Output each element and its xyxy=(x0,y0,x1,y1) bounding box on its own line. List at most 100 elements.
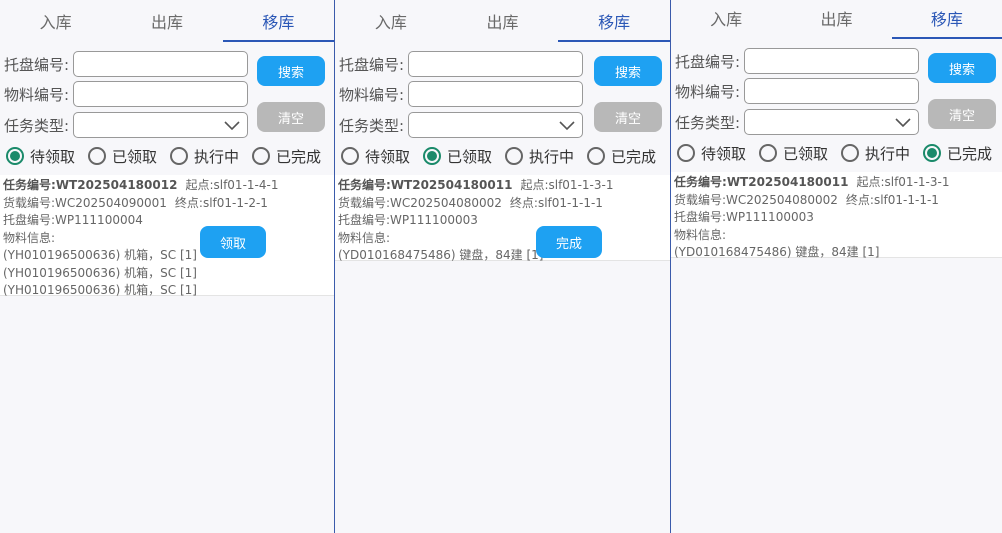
material-info-label: 物料信息: xyxy=(338,230,391,245)
tab-outbound[interactable]: 出库 xyxy=(781,0,891,39)
carrier-label: 货载编号: xyxy=(338,195,391,210)
radio-in-progress[interactable]: 执行中 xyxy=(841,143,910,164)
end-location: slf01-1-2-1 xyxy=(202,195,268,210)
end-label: 终点: xyxy=(509,195,538,210)
tab-inbound[interactable]: 入库 xyxy=(0,0,111,42)
clear-button[interactable]: 清空 xyxy=(928,99,996,129)
tab-inbound[interactable]: 入库 xyxy=(671,0,781,39)
radio-completed[interactable]: 已完成 xyxy=(252,146,321,167)
radio-circle-icon xyxy=(587,147,606,165)
carrier-no: WC202504080002 xyxy=(390,195,502,210)
search-button[interactable]: 搜索 xyxy=(257,56,325,86)
radio-pending[interactable]: 待领取 xyxy=(677,143,746,164)
task-card[interactable]: 任务编号:WT202504180011 起点:slf01-1-3-1 货载编号:W… xyxy=(671,172,1002,259)
task-type-row: 任务类型: xyxy=(675,109,919,135)
tab-transfer[interactable]: 移库 xyxy=(891,0,1002,39)
radio-circle-icon xyxy=(88,147,107,165)
end-location: slf01-1-1-1 xyxy=(537,195,603,210)
radio-circle-icon xyxy=(923,144,942,162)
pallet-input[interactable] xyxy=(408,51,583,77)
radio-in-progress[interactable]: 执行中 xyxy=(170,146,239,167)
radio-completed[interactable]: 已完成 xyxy=(587,146,656,167)
start-label: 起点: xyxy=(520,178,549,192)
pallet-row: 托盘编号: xyxy=(675,48,919,74)
material-line: (YH010196500636) 机箱，SC [1] xyxy=(3,265,197,280)
radio-in-progress[interactable]: 执行中 xyxy=(505,146,574,167)
complete-button[interactable]: 完成 xyxy=(536,226,602,258)
task-type-select[interactable] xyxy=(408,112,583,138)
material-input[interactable] xyxy=(73,81,248,107)
chevron-down-icon xyxy=(559,121,575,131)
card-pallet-no: WP111100003 xyxy=(726,210,814,224)
material-info-label: 物料信息: xyxy=(674,227,727,242)
material-row: 物料编号: xyxy=(4,81,248,107)
pallet-label: 托盘编号: xyxy=(339,55,405,74)
material-info-label: 物料信息: xyxy=(3,230,56,245)
radio-circle-icon xyxy=(341,147,359,165)
start-location: slf01-1-4-1 xyxy=(213,178,279,192)
pallet-input[interactable] xyxy=(73,51,248,77)
radio-claimed[interactable]: 已领取 xyxy=(423,146,492,167)
radio-claimed[interactable]: 已领取 xyxy=(759,143,828,164)
carrier-no: WC202504080002 xyxy=(726,192,838,207)
pallet-label: 托盘编号: xyxy=(675,52,741,71)
tab-outbound[interactable]: 出库 xyxy=(447,0,559,42)
task-type-row: 任务类型: xyxy=(339,112,583,138)
task-card[interactable]: 任务编号:WT202504180012 起点:slf01-1-4-1 货载编号:W… xyxy=(0,175,334,297)
task-no: WT202504180011 xyxy=(390,178,513,192)
search-button[interactable]: 搜索 xyxy=(594,56,662,86)
status-radio-group: 待领取 已领取 执行中 已完成 xyxy=(341,144,656,168)
radio-pending[interactable]: 待领取 xyxy=(6,146,75,167)
pallet-label: 托盘编号: xyxy=(4,55,70,74)
card-pallet-label: 托盘编号: xyxy=(674,210,727,224)
task-type-label: 任务类型: xyxy=(4,116,70,135)
task-type-select[interactable] xyxy=(73,112,248,138)
material-input[interactable] xyxy=(744,78,919,104)
radio-circle-icon xyxy=(6,147,24,165)
carrier-label: 货载编号: xyxy=(674,192,727,207)
tab-bar: 入库 出库 移库 xyxy=(0,0,334,42)
task-type-select[interactable] xyxy=(744,109,919,135)
tab-transfer[interactable]: 移库 xyxy=(558,0,670,42)
start-location: slf01-1-3-1 xyxy=(548,178,614,192)
screen: 入库 出库 移库 托盘编号: 物料编号: 任务类型: 搜索 清空 待领取 已领取… xyxy=(0,0,1002,533)
material-row: 物料编号: xyxy=(339,81,583,107)
card-pallet-no: WP111100003 xyxy=(390,213,478,227)
task-card[interactable]: 任务编号:WT202504180011 起点:slf01-1-3-1 货载编号:W… xyxy=(335,175,670,262)
pallet-row: 托盘编号: xyxy=(4,51,248,77)
radio-pending[interactable]: 待领取 xyxy=(341,146,410,167)
task-type-label: 任务类型: xyxy=(339,116,405,135)
end-location: slf01-1-1-1 xyxy=(873,192,939,207)
tab-inbound[interactable]: 入库 xyxy=(335,0,447,42)
search-button[interactable]: 搜索 xyxy=(928,53,996,83)
task-no: WT202504180011 xyxy=(726,175,849,189)
chevron-down-icon xyxy=(224,121,240,131)
material-input[interactable] xyxy=(408,81,583,107)
task-type-label: 任务类型: xyxy=(675,113,741,132)
clear-button[interactable]: 清空 xyxy=(257,102,325,132)
card-pallet-no: WP111100004 xyxy=(55,213,143,227)
start-location: slf01-1-3-1 xyxy=(884,175,950,189)
pallet-input[interactable] xyxy=(744,48,919,74)
radio-claimed[interactable]: 已领取 xyxy=(88,146,157,167)
tab-outbound[interactable]: 出库 xyxy=(111,0,222,42)
material-label: 物料编号: xyxy=(675,82,741,101)
tab-transfer[interactable]: 移库 xyxy=(222,0,334,42)
claim-button[interactable]: 领取 xyxy=(200,226,266,258)
carrier-no: WC202504090001 xyxy=(55,195,167,210)
task-no-label: 任务编号: xyxy=(674,175,727,189)
chevron-down-icon xyxy=(895,118,911,128)
material-row: 物料编号: xyxy=(675,78,919,104)
radio-circle-icon xyxy=(252,147,271,165)
card-pallet-label: 托盘编号: xyxy=(3,213,56,227)
material-line: (YD010168475486) 键盘，84建 [1] xyxy=(674,245,880,259)
radio-completed[interactable]: 已完成 xyxy=(923,143,992,164)
material-line: (YH010196500636) 机箱，SC [1] xyxy=(3,248,197,262)
start-label: 起点: xyxy=(856,175,885,189)
task-no-label: 任务编号: xyxy=(3,178,56,192)
status-radio-group: 待领取 已领取 执行中 已完成 xyxy=(677,141,992,165)
radio-circle-icon xyxy=(841,144,860,162)
clear-button[interactable]: 清空 xyxy=(594,102,662,132)
task-no: WT202504180012 xyxy=(55,178,178,192)
tab-bar: 入库 出库 移库 xyxy=(671,0,1002,39)
